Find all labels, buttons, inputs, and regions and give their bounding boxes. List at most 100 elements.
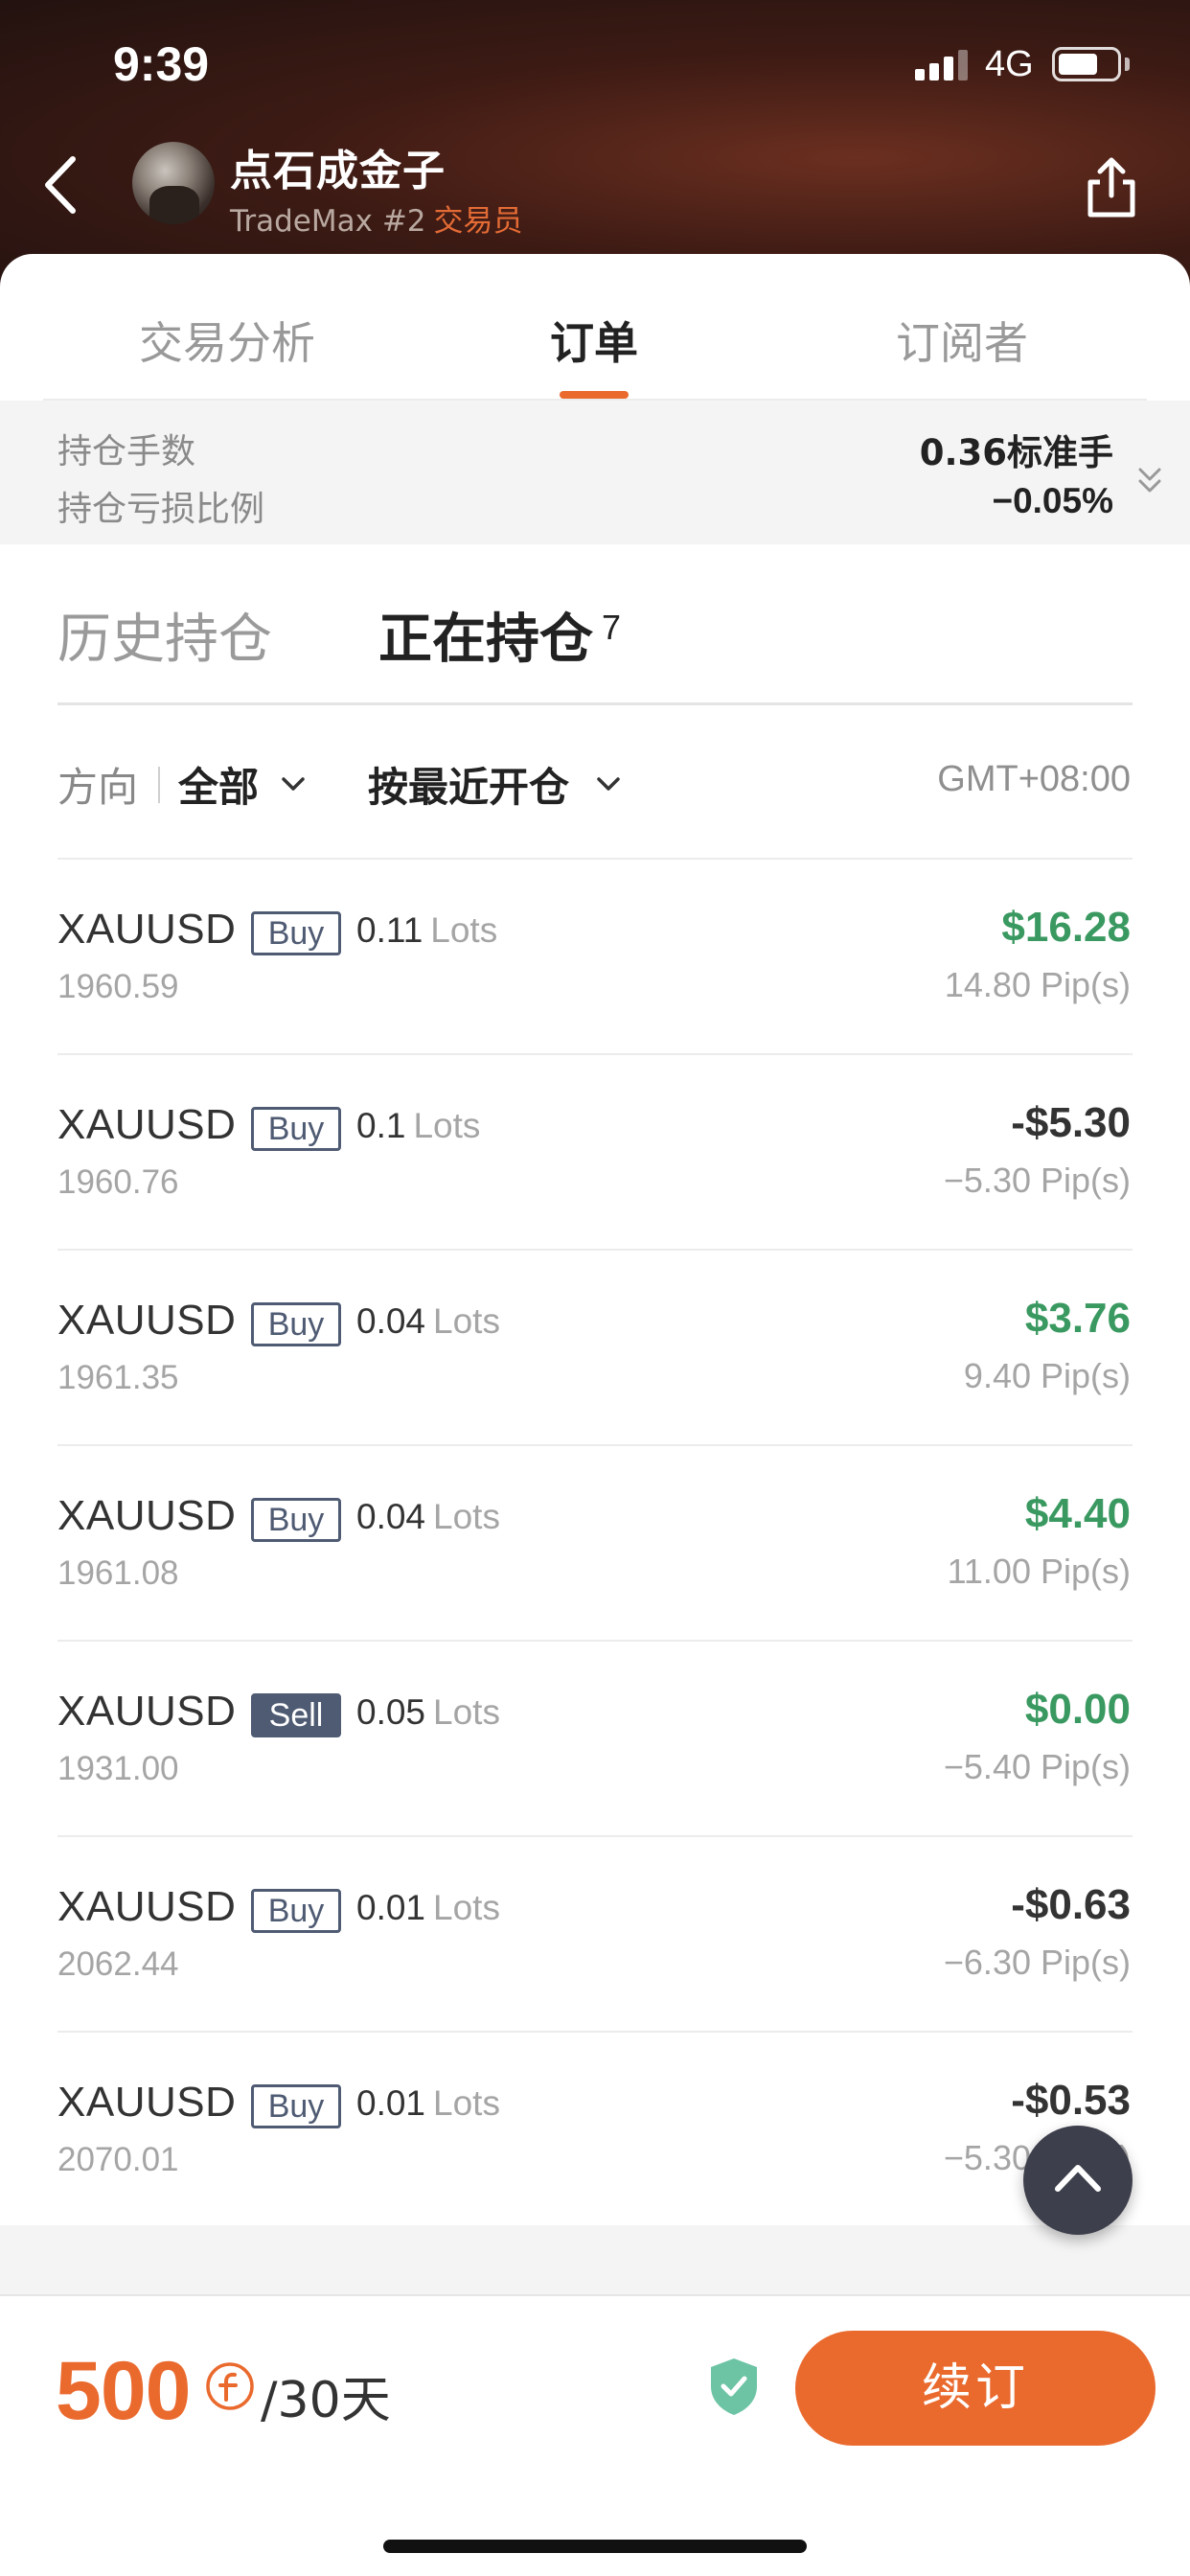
chevron-up-icon (1055, 2165, 1101, 2192)
subscription-price: 500 (56, 2345, 191, 2437)
order-lots-unit: Lots (433, 1497, 500, 1536)
position-subtabs: 历史持仓 正在持仓 7 (0, 575, 1190, 704)
order-list: XAUUSD Buy 0.11 Lots 1960.59 $16.28 14.80… (0, 858, 1190, 2226)
battery-icon (1052, 47, 1121, 81)
share-icon[interactable] (1083, 153, 1140, 220)
tab-subscribers[interactable]: 订阅者 (896, 309, 1028, 372)
order-profit: $4.40 (1024, 1490, 1131, 1537)
order-lots-value: 0.1 (356, 1106, 406, 1145)
order-row[interactable]: XAUUSD Buy 0.01 Lots 2062.44 -$0.63 −6.30… (0, 1835, 1190, 2031)
order-pips: −5.40 Pip(s) (943, 1747, 1131, 1786)
subscription-period: /30天 (261, 2372, 391, 2429)
back-icon[interactable] (38, 151, 86, 218)
tab-analysis[interactable]: 交易分析 (139, 309, 315, 372)
order-row[interactable]: XAUUSD Sell 0.05 Lots 1931.00 $0.00 −5.40… (0, 1640, 1190, 1835)
order-pips: 9.40 Pip(s) (963, 1356, 1131, 1395)
subtab-history[interactable]: 历史持仓 (57, 596, 272, 674)
order-row[interactable]: XAUUSD Buy 0.04 Lots 1961.08 $4.40 11.00 … (0, 1444, 1190, 1640)
order-row[interactable]: XAUUSD Buy 0.04 Lots 1961.35 $3.76 9.40 P… (0, 1249, 1190, 1444)
network-type: 4G (985, 44, 1034, 84)
status-bar: 9:39 4G (0, 0, 1190, 129)
order-side-badge: Buy (251, 2084, 341, 2128)
loss-ratio-value: −0.05% (992, 481, 1113, 520)
order-side-badge: Buy (251, 1302, 341, 1346)
direction-dropdown[interactable]: 全部 (178, 755, 259, 814)
order-profit: $16.28 (1001, 904, 1131, 951)
subtab-open[interactable]: 正在持仓 (378, 596, 593, 674)
order-lots: 0.11 Lots (356, 910, 497, 951)
order-lots: 0.04 Lots (356, 1497, 500, 1537)
order-lots: 0.1 Lots (356, 1106, 480, 1146)
order-pips: 14.80 Pip(s) (944, 965, 1131, 1004)
battery-cap (1125, 58, 1130, 71)
order-lots-value: 0.04 (356, 1301, 426, 1341)
signal-icon (915, 48, 969, 80)
filter-bar: 方向 全部 按最近开仓 GMT+08:00 (0, 748, 1190, 819)
order-lots-value: 0.04 (356, 1497, 426, 1536)
order-open-price: 2062.44 (57, 1945, 179, 1983)
renew-button[interactable]: 续订 (795, 2331, 1156, 2446)
order-open-price: 1961.08 (57, 1554, 179, 1592)
active-tab-indicator (560, 391, 629, 399)
order-side-badge: Buy (251, 1107, 341, 1151)
filter-separator (158, 767, 160, 803)
direction-label: 方向 (57, 764, 139, 811)
order-open-price: 1961.35 (57, 1359, 179, 1396)
order-lots-unit: Lots (433, 1888, 500, 1927)
order-lots: 0.04 Lots (356, 1301, 500, 1342)
order-open-price: 1960.76 (57, 1163, 179, 1201)
chevron-down-icon[interactable] (281, 776, 306, 792)
order-pips: −6.30 Pip(s) (943, 1943, 1131, 1982)
profile-rank: TradeMax #2 (230, 204, 426, 239)
status-time: 9:39 (113, 37, 210, 91)
list-footer-space (0, 2225, 1190, 2294)
lots-value: 0.36标准手 (919, 432, 1113, 473)
order-lots-unit: Lots (430, 910, 498, 950)
shield-check-icon (707, 2356, 761, 2417)
order-open-price: 1931.00 (57, 1750, 179, 1787)
order-lots-value: 0.01 (356, 1888, 426, 1927)
order-profit: -$0.53 (1011, 2077, 1131, 2124)
profile-subtitle: TradeMax #2 交易员 (230, 196, 523, 240)
coin-icon (205, 2361, 255, 2411)
order-symbol: XAUUSD (57, 906, 237, 953)
order-lots-unit: Lots (413, 1106, 481, 1145)
order-pips: −5.30 Pip(s) (943, 1161, 1131, 1200)
avatar[interactable] (132, 142, 215, 224)
order-lots-value: 0.11 (356, 910, 423, 950)
lots-label: 持仓手数 (57, 432, 196, 472)
order-symbol: XAUUSD (57, 1101, 237, 1148)
loss-ratio-label: 持仓亏损比例 (57, 490, 265, 529)
subscription-bar: 500 /30天 续订 (0, 2294, 1190, 2576)
profile-role: 交易员 (433, 204, 523, 239)
order-lots-value: 0.05 (356, 1692, 426, 1732)
timezone-label: GMT+08:00 (937, 759, 1131, 799)
tab-orders[interactable]: 订单 (550, 309, 638, 372)
order-side-badge: Buy (251, 911, 341, 955)
order-profit: -$0.63 (1011, 1881, 1131, 1928)
order-lots-unit: Lots (433, 1692, 500, 1732)
order-symbol: XAUUSD (57, 1688, 237, 1735)
expand-icon[interactable] (1135, 462, 1164, 500)
scroll-to-top-button[interactable] (1023, 2126, 1133, 2235)
main-tabs: 交易分析 订单 订阅者 (0, 288, 1190, 401)
order-symbol: XAUUSD (57, 2079, 237, 2126)
order-row[interactable]: XAUUSD Buy 0.1 Lots 1960.76 -$5.30 −5.30 … (0, 1053, 1190, 1249)
position-summary[interactable]: 持仓手数 0.36标准手 持仓亏损比例 −0.05% (0, 401, 1190, 544)
order-lots-unit: Lots (433, 1301, 500, 1341)
chevron-down-icon[interactable] (596, 776, 621, 792)
order-symbol: XAUUSD (57, 1297, 237, 1344)
order-side-badge: Buy (251, 1889, 341, 1933)
order-open-price: 1960.59 (57, 968, 179, 1005)
order-lots-value: 0.01 (356, 2083, 426, 2123)
order-lots: 0.01 Lots (356, 2083, 500, 2124)
order-lots-unit: Lots (433, 2083, 500, 2123)
order-open-price: 2070.01 (57, 2141, 179, 2178)
order-symbol: XAUUSD (57, 1883, 237, 1930)
order-row[interactable]: XAUUSD Buy 0.01 Lots 2070.01 -$0.53 −5.30… (0, 2031, 1190, 2226)
order-profit: $3.76 (1024, 1295, 1131, 1342)
order-profit: -$5.30 (1011, 1099, 1131, 1146)
home-indicator[interactable] (383, 2540, 807, 2553)
sort-dropdown[interactable]: 按最近开仓 (368, 755, 569, 814)
order-row[interactable]: XAUUSD Buy 0.11 Lots 1960.59 $16.28 14.80… (0, 858, 1190, 1053)
